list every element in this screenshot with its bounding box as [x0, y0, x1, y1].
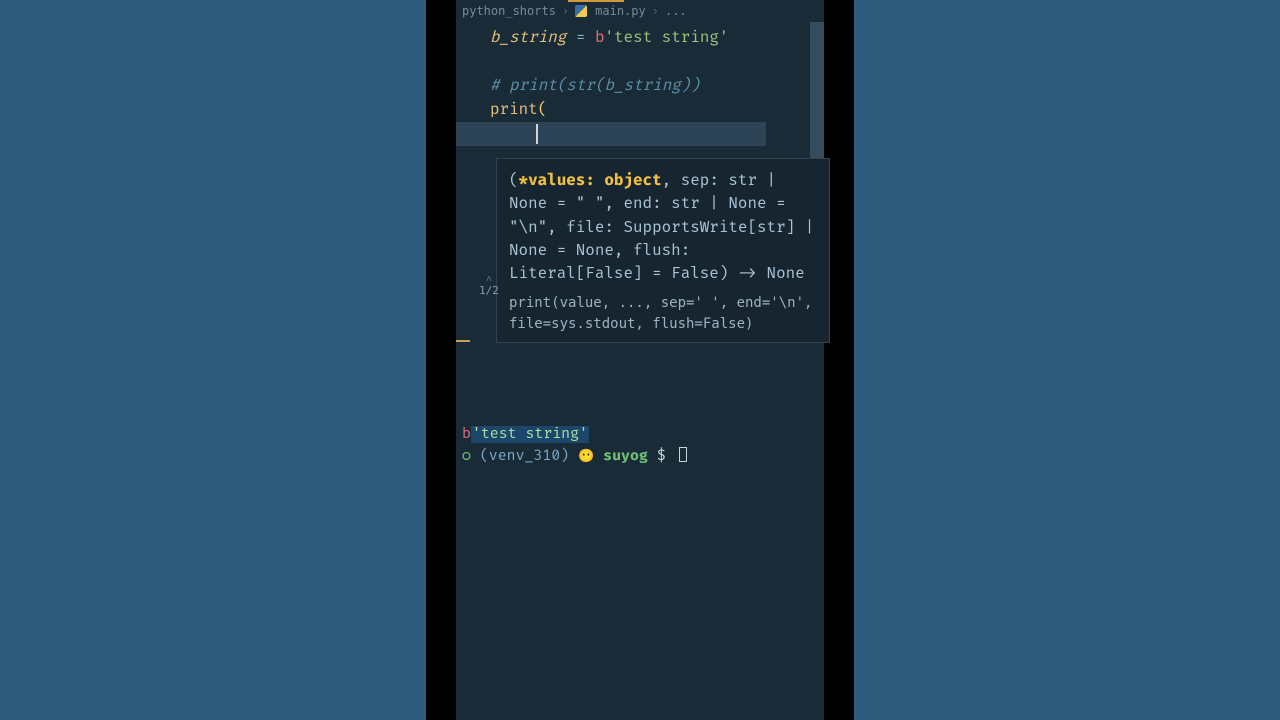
terminal-cursor	[679, 447, 687, 462]
code-line-4[interactable]: print(	[490, 98, 824, 122]
venv-label: (venv_310)	[480, 448, 569, 465]
overload-counter[interactable]: ˄ 1/2 ˅	[479, 275, 499, 306]
python-file-icon	[575, 5, 587, 17]
terminal-output-line: b'test string'	[462, 426, 818, 443]
breadcrumb-separator-1: ›	[562, 4, 569, 18]
breadcrumb-dots[interactable]: ...	[665, 4, 687, 18]
active-tab-indicator	[568, 0, 624, 2]
terminal[interactable]: b'test string' ○ (venv_310) 😶 suyog $	[456, 426, 824, 465]
left-black-bar	[426, 0, 456, 720]
signature-text: (*values: object, sep: str | None = " ",…	[509, 169, 817, 285]
code-line-2-blank[interactable]	[490, 50, 824, 74]
breadcrumb-separator-2: ›	[652, 4, 659, 18]
breadcrumb-folder[interactable]: python_shorts	[462, 4, 556, 18]
prompt-emoji-icon: 😶	[578, 448, 594, 464]
editor-panel: python_shorts › main.py › ... b_string =…	[456, 0, 824, 720]
code-editor[interactable]: b_string = b'test string' # print(str(b_…	[456, 22, 824, 146]
code-line-1[interactable]: b_string = b'test string'	[490, 26, 824, 50]
text-cursor	[536, 124, 538, 144]
breadcrumb-file[interactable]: main.py	[595, 4, 646, 18]
breadcrumb[interactable]: python_shorts › main.py › ...	[456, 0, 824, 22]
overload-count: 1/2	[479, 285, 499, 296]
git-branch-indicator: ○	[462, 448, 471, 465]
signature-doc: print(value, ..., sep=' ', end='\n', fil…	[509, 293, 817, 334]
code-line-3[interactable]: # print(str(b_string))	[490, 74, 824, 98]
active-parameter: *values: object	[519, 171, 662, 190]
prompt-user: suyog	[603, 448, 648, 465]
gutter-marker	[456, 340, 470, 342]
signature-help-tooltip: ˄ 1/2 ˅ (*values: object, sep: str | Non…	[496, 158, 830, 343]
terminal-prompt[interactable]: ○ (venv_310) 😶 suyog $	[462, 447, 818, 465]
code-line-5-active[interactable]	[456, 122, 766, 146]
prompt-dollar: $	[657, 448, 666, 465]
right-black-bar	[824, 0, 854, 720]
